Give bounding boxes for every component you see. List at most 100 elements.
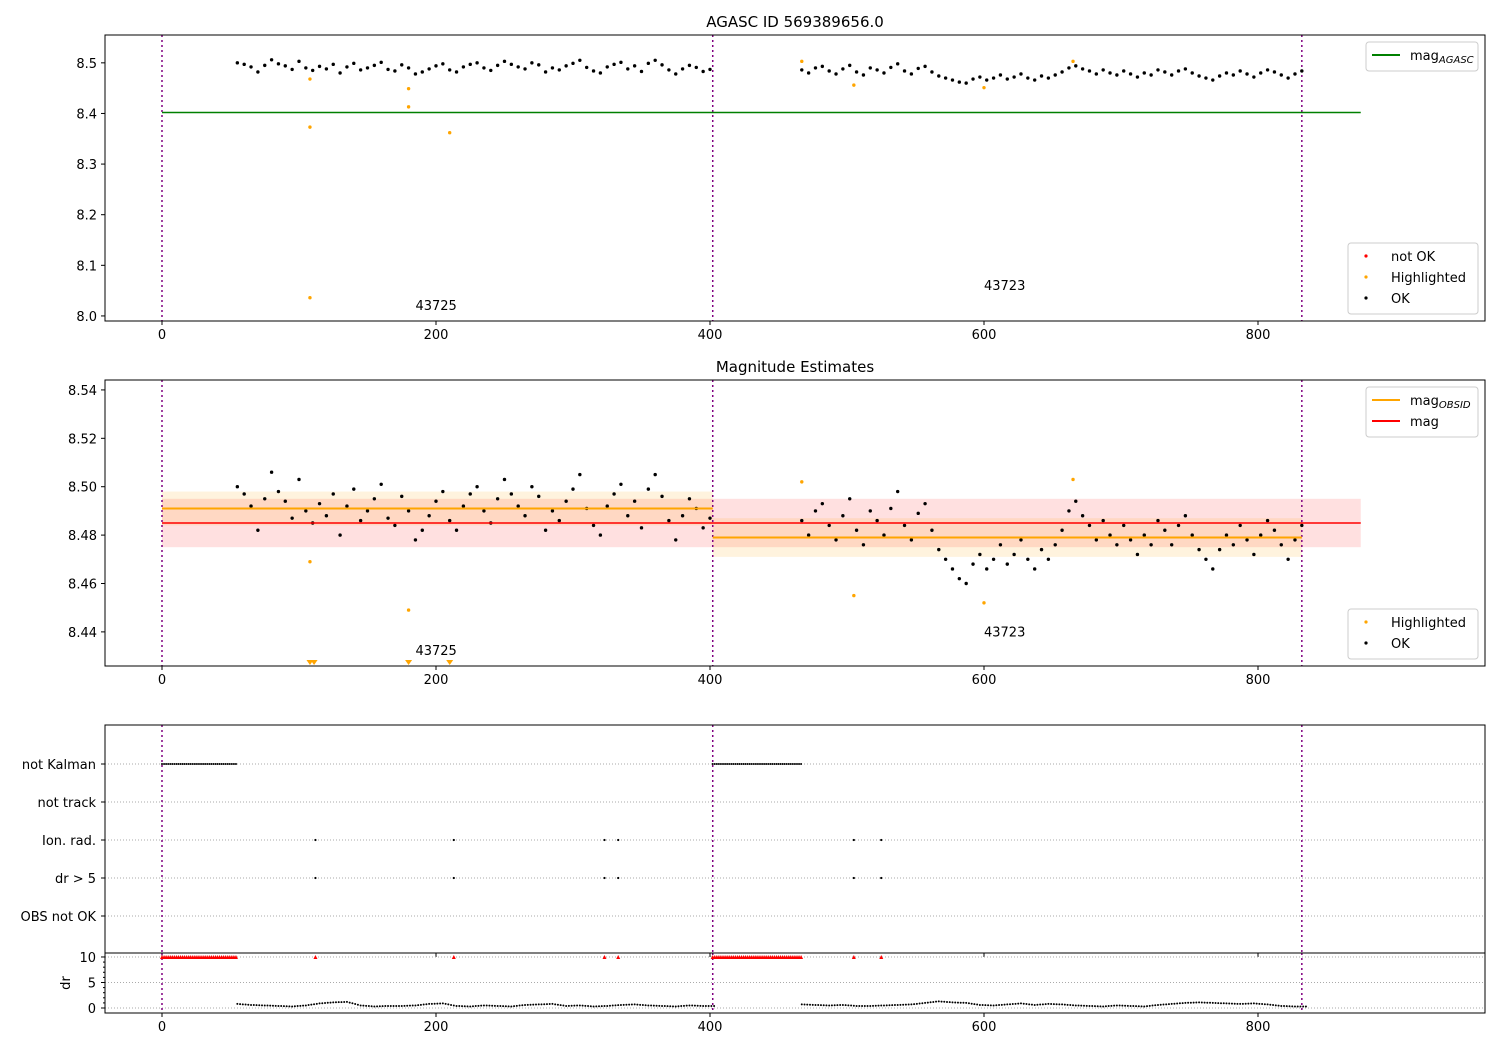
ok-point xyxy=(1217,547,1222,552)
dr-point xyxy=(1176,1002,1179,1005)
ok-point xyxy=(1142,71,1146,75)
dr-point xyxy=(1285,1005,1288,1008)
ok-point xyxy=(372,63,377,68)
dr-point xyxy=(493,1004,496,1007)
not-kalman-point xyxy=(736,763,739,765)
flag-row-label: not track xyxy=(37,796,96,811)
dr-point xyxy=(907,1003,910,1006)
ok-point xyxy=(263,63,267,68)
ok-point xyxy=(1046,557,1051,561)
y-tick-label: 8.3 xyxy=(76,158,97,173)
dr-point xyxy=(1233,1002,1236,1005)
dr-point xyxy=(1080,1004,1083,1007)
dr-point xyxy=(866,1004,869,1007)
dr-point xyxy=(998,1004,1001,1007)
ok-point xyxy=(605,65,609,69)
dr-point xyxy=(343,1000,346,1003)
ok-point xyxy=(1128,538,1133,542)
dr-point xyxy=(570,1004,573,1007)
dr-point xyxy=(647,1004,650,1007)
ok-point xyxy=(653,58,657,63)
panel2-title: Magnitude Estimates xyxy=(716,358,874,376)
dr-point xyxy=(833,1004,836,1007)
ok-point xyxy=(619,482,623,486)
not-kalman-point xyxy=(791,763,794,765)
not-kalman-point xyxy=(210,763,213,765)
ok-point xyxy=(557,518,561,523)
dr-point xyxy=(1017,1002,1020,1005)
dr-point xyxy=(236,1002,239,1005)
ok-point xyxy=(297,59,301,64)
dr-point xyxy=(1091,1005,1094,1008)
not-kalman-point xyxy=(781,763,784,765)
dr-point xyxy=(584,1004,587,1007)
highlighted-point xyxy=(800,480,804,484)
ok-point xyxy=(875,68,879,72)
not-kalman-point xyxy=(216,763,219,765)
dr-point xyxy=(1280,1004,1283,1007)
dr-point xyxy=(398,1004,401,1007)
ok-point xyxy=(680,67,685,71)
dr-point xyxy=(1107,1005,1110,1008)
dr-point xyxy=(411,1004,414,1007)
not-kalman-point xyxy=(740,763,743,765)
y-tick-label: 8.1 xyxy=(76,259,97,274)
not-kalman-point xyxy=(224,763,227,765)
dr-point xyxy=(1135,1005,1138,1008)
ok-point xyxy=(1108,71,1112,75)
ok-point xyxy=(937,74,941,78)
ok-point xyxy=(998,73,1003,77)
x-tick-label: 400 xyxy=(698,1020,723,1035)
ok-point xyxy=(1080,514,1085,518)
dr-point xyxy=(565,1004,568,1007)
ok-point xyxy=(345,65,349,69)
ok-point xyxy=(701,69,705,74)
ok-point xyxy=(868,509,872,513)
dr-point xyxy=(1181,1002,1184,1005)
dr-point xyxy=(282,1005,285,1008)
dr-point xyxy=(830,1004,833,1007)
dr-point xyxy=(1085,1004,1088,1007)
dr-point xyxy=(603,1005,606,1008)
flag-row-label: OBS not OK xyxy=(21,910,97,925)
not-kalman-point xyxy=(752,763,755,765)
ok-point xyxy=(1149,543,1153,547)
dr-point xyxy=(691,1004,694,1007)
dr-point xyxy=(965,1001,968,1004)
ok-point xyxy=(902,523,907,528)
dr-point xyxy=(356,1003,359,1006)
dr-point xyxy=(652,1004,655,1007)
dr-point xyxy=(1252,1002,1255,1005)
dr-point xyxy=(296,1005,299,1008)
dr-point xyxy=(315,1002,318,1005)
dr-point xyxy=(1077,1004,1080,1007)
not-kalman-point xyxy=(195,763,198,765)
highlighted-point xyxy=(852,593,856,598)
ok-point xyxy=(1135,552,1140,557)
obsid-label: 43725 xyxy=(415,644,456,659)
highlighted-point xyxy=(308,77,312,81)
dr-point xyxy=(1263,1003,1266,1006)
dr-point xyxy=(302,1004,305,1007)
dr-point xyxy=(932,1000,935,1003)
dr-point xyxy=(526,1003,529,1006)
ok-point xyxy=(578,472,582,477)
ok-point xyxy=(861,73,866,77)
ok-point xyxy=(813,509,818,513)
dr-point xyxy=(1137,1005,1140,1008)
dr-point xyxy=(430,1002,433,1005)
dr-point xyxy=(313,1003,316,1006)
ok-point xyxy=(1211,567,1215,571)
dr-point xyxy=(1039,1003,1042,1006)
dr-point xyxy=(1299,1005,1302,1008)
ok-point xyxy=(1067,66,1071,70)
dr-point xyxy=(828,1004,831,1007)
dr-point xyxy=(658,1004,661,1007)
ok-point xyxy=(1252,552,1256,557)
ok-point xyxy=(985,567,989,571)
ok-point xyxy=(1094,72,1099,76)
dr-point xyxy=(543,1003,546,1006)
dr-point xyxy=(567,1004,570,1007)
ok-point xyxy=(304,66,308,70)
ok-point xyxy=(1252,75,1256,79)
